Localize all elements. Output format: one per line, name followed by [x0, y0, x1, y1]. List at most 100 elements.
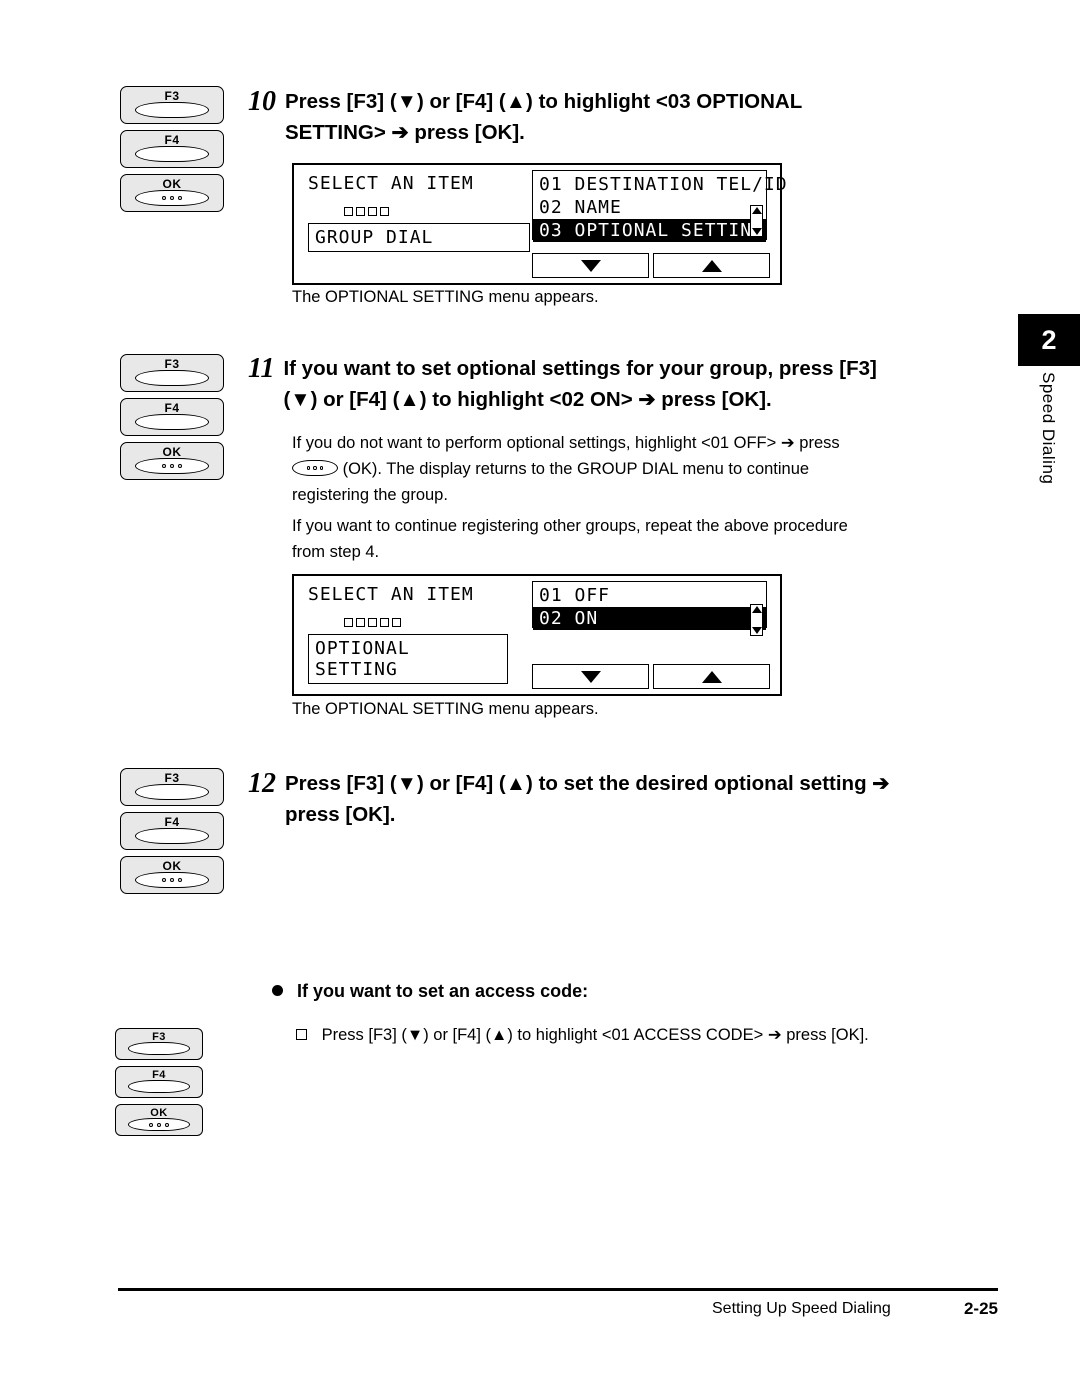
lcd1-item-list: 01 DESTINATION TEL/ID 02 NAME 03 OPTIONA… [532, 170, 787, 242]
square-icon [344, 618, 353, 627]
lcd-panel-2: SELECT AN ITEM OPTIONAL SETTING 01 OFF 0… [292, 574, 782, 696]
step-12-line1: Press [F3] (▼) or [F4] (▲) to set the de… [285, 772, 890, 795]
key-lens-icon [135, 102, 209, 118]
key-lens-icon [128, 1080, 190, 1093]
step-10-number: 10 [248, 86, 276, 117]
key-ok[interactable]: OK [120, 856, 224, 894]
step-11-paragraph-1: If you do not want to perform optional s… [292, 430, 972, 508]
key-ok[interactable]: OK [120, 442, 224, 480]
chapter-label: Speed Dialing [1039, 372, 1058, 485]
softkey-up[interactable] [653, 664, 770, 689]
step-12-heading: 12 Press [F3] (▼) or [F4] (▲) to set the… [248, 768, 1018, 830]
footer-rule [118, 1288, 998, 1291]
key-dot-icon [162, 464, 166, 468]
key-dot-icon [162, 878, 166, 882]
lcd2-title: SELECT AN ITEM [308, 584, 474, 605]
key-f4-label: F4 [164, 401, 180, 415]
chapter-number: 2 [1041, 324, 1057, 355]
key-group-step-10: F3 F4 OK [120, 86, 224, 218]
step-12-text: Press [F3] (▼) or [F4] (▲) to set the de… [285, 768, 889, 830]
lcd1-item-1[interactable]: 01 DESTINATION TEL/ID [533, 173, 787, 196]
square-icon [344, 207, 353, 216]
step-11-heading: 11 If you want to set optional settings … [248, 353, 1008, 415]
key-f3-label: F3 [164, 89, 180, 103]
access-code-bullet-item: Press [F3] (▼) or [F4] (▲) to highlight … [296, 1022, 996, 1048]
key-dot-icon [170, 878, 174, 882]
key-ok[interactable]: OK [115, 1104, 203, 1136]
square-icon [380, 207, 389, 216]
key-lens-icon [135, 828, 209, 844]
key-ok[interactable]: OK [120, 174, 224, 212]
key-f3[interactable]: F3 [120, 86, 224, 124]
key-group-step-11: F3 F4 OK [120, 354, 224, 486]
key-dot-icon [170, 196, 174, 200]
checkbox-bullet-icon [296, 1029, 307, 1040]
key-f4[interactable]: F4 [120, 812, 224, 850]
key-dot-icon [157, 1122, 161, 1127]
softkey-down[interactable] [532, 253, 649, 278]
softkey-down[interactable] [532, 664, 649, 689]
key-f3[interactable]: F3 [120, 768, 224, 806]
key-f4[interactable]: F4 [120, 398, 224, 436]
step-12-line2: press [OK]. [285, 803, 396, 826]
key-dot-icon [162, 196, 166, 200]
key-lens-icon [135, 872, 209, 888]
lcd2-scrollbar[interactable] [750, 604, 763, 636]
lcd1-progress-squares [344, 207, 389, 216]
key-f3[interactable]: F3 [120, 354, 224, 392]
key-lens-icon [135, 190, 209, 206]
step-11-para1-line1: If you do not want to perform optional s… [292, 434, 840, 452]
key-dot-icon [165, 1122, 169, 1127]
step-10-text: Press [F3] (▼) or [F4] (▲) to highlight … [285, 86, 802, 148]
key-f3[interactable]: F3 [115, 1028, 203, 1060]
step-10-line2: SETTING> ➔ press [OK]. [285, 121, 525, 144]
lcd1-field: GROUP DIAL [308, 223, 530, 252]
lcd1-item-3[interactable]: 03 OPTIONAL SETTING [533, 219, 766, 242]
key-lens-icon [135, 414, 209, 430]
arrow-up-icon [701, 259, 722, 272]
key-f4[interactable]: F4 [120, 130, 224, 168]
chapter-tab: 2 [1018, 314, 1080, 366]
key-f3-label: F3 [164, 771, 180, 785]
square-icon [368, 207, 377, 216]
lcd2-field: OPTIONAL SETTING [308, 634, 508, 684]
key-group-step-12: F3 F4 OK [120, 768, 224, 900]
step-11-paragraph-2: If you want to continue registering othe… [292, 513, 972, 565]
key-f4-label: F4 [164, 133, 180, 147]
step-10-heading: 10 Press [F3] (▼) or [F4] (▲) to highlig… [248, 86, 1008, 148]
key-lens-icon [135, 146, 209, 162]
arrow-down-icon [580, 670, 601, 683]
page: 2 Speed Dialing F3 F4 OK 10 Press [F3] (… [0, 0, 1080, 1388]
step-11-line1: If you want to set optional settings for… [283, 357, 877, 380]
scroll-up-icon [751, 207, 762, 214]
step-10-caption: The OPTIONAL SETTING menu appears. [292, 288, 599, 306]
key-lens-icon [135, 458, 209, 474]
key-f3-label: F3 [164, 357, 180, 371]
step-11-para2-line1: If you want to continue registering othe… [292, 517, 848, 535]
key-f4[interactable]: F4 [115, 1066, 203, 1098]
ok-key-inline-icon [292, 460, 338, 476]
access-code-subheading-text: If you want to set an access code: [297, 981, 589, 1001]
key-lens-icon [135, 370, 209, 386]
key-ok-label: OK [162, 177, 182, 191]
lcd2-item-1[interactable]: 01 OFF [533, 584, 766, 607]
lcd-panel-1: SELECT AN ITEM GROUP DIAL 01 DESTINATION… [292, 163, 787, 285]
access-code-subheading: If you want to set an access code: [272, 981, 588, 1002]
softkey-up[interactable] [653, 253, 770, 278]
scroll-down-icon [751, 228, 762, 235]
lcd1-scrollbar[interactable] [750, 205, 763, 237]
lcd1-item-2[interactable]: 02 NAME [533, 196, 766, 219]
key-dot-icon [178, 196, 182, 200]
lcd2-item-list: 01 OFF 02 ON [532, 581, 767, 630]
scroll-up-icon [751, 606, 762, 613]
square-icon [392, 618, 401, 627]
key-group-access-code: F3 F4 OK [115, 1028, 203, 1142]
square-icon [368, 618, 377, 627]
key-lens-icon [135, 784, 209, 800]
key-f4-label: F4 [164, 815, 180, 829]
lcd2-item-2[interactable]: 02 ON [533, 607, 766, 630]
step-11-text: If you want to set optional settings for… [283, 353, 876, 415]
step-12-number: 12 [248, 768, 276, 799]
key-lens-icon [128, 1118, 190, 1131]
step-11-number: 11 [248, 353, 275, 384]
